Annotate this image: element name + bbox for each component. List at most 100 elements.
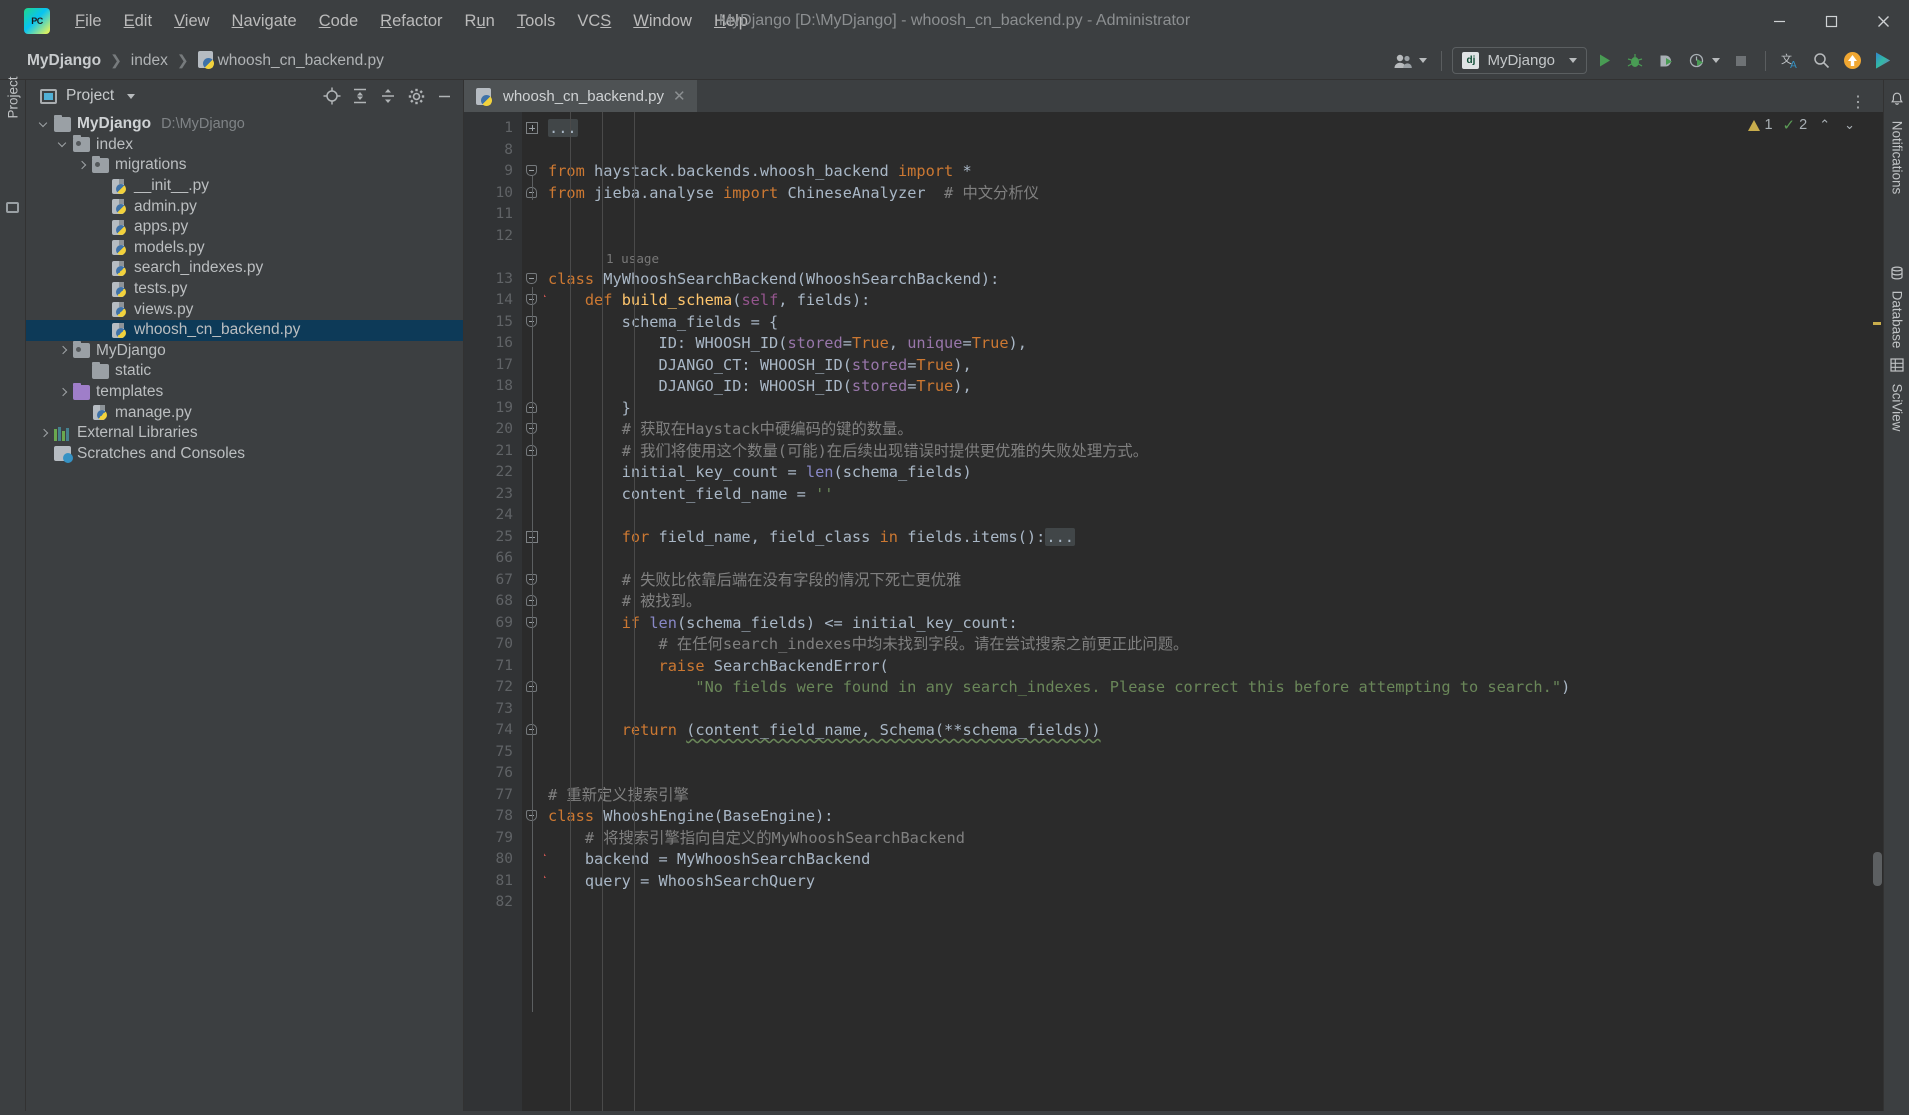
window-controls[interactable] bbox=[1753, 0, 1909, 42]
code-line[interactable]: class MyWhooshSearchBackend(WhooshSearch… bbox=[544, 269, 1869, 291]
line-number[interactable]: 22 bbox=[464, 462, 522, 484]
line-number[interactable]: 70 bbox=[464, 634, 522, 656]
code-line[interactable]: backend = MyWhooshSearchBackend bbox=[544, 849, 1869, 871]
tool-window-button-sciview[interactable]: SciView bbox=[1890, 369, 1905, 447]
line-number[interactable]: 72 bbox=[464, 677, 522, 699]
line-number[interactable]: 23 bbox=[464, 484, 522, 506]
code-line[interactable]: content_field_name = '' bbox=[544, 484, 1869, 506]
menu-tools[interactable]: Tools bbox=[506, 8, 567, 35]
code-line[interactable]: # 被找到。 bbox=[544, 591, 1869, 613]
database-icon[interactable] bbox=[1890, 266, 1904, 280]
code-line[interactable]: # 将搜索引擎指向自定义的MyWhooshSearchBackend bbox=[544, 828, 1869, 850]
tree-item-models-py[interactable]: models.py bbox=[26, 238, 463, 259]
code-line[interactable]: return (content_field_name, Schema(**sch… bbox=[544, 720, 1869, 742]
fold-cell[interactable] bbox=[522, 527, 544, 549]
project-panel-toolbar[interactable] bbox=[319, 83, 457, 109]
code-line[interactable]: # 失败比依靠后端在没有字段的情况下死亡更优雅 bbox=[544, 570, 1869, 592]
fold-cell[interactable] bbox=[522, 441, 544, 463]
fold-cell[interactable] bbox=[522, 183, 544, 205]
line-number[interactable]: 75 bbox=[464, 742, 522, 764]
project-tree[interactable]: MyDjango D:\MyDjango index migrations __init… bbox=[26, 112, 463, 1111]
code-folding-gutter[interactable] bbox=[522, 112, 544, 1111]
menu-window[interactable]: Window bbox=[622, 8, 703, 35]
line-number[interactable]: 13 bbox=[464, 269, 522, 291]
profile-run-button[interactable] bbox=[1683, 47, 1711, 75]
warning-count[interactable]: 1 bbox=[1748, 117, 1773, 133]
collapse-fold-icon[interactable] bbox=[526, 272, 537, 284]
line-number[interactable]: 67 bbox=[464, 570, 522, 592]
code-line[interactable]: raise SearchBackendError( bbox=[544, 656, 1869, 678]
line-number[interactable]: 12 bbox=[464, 226, 522, 248]
usage-hint[interactable]: 1 usage bbox=[544, 247, 1869, 269]
code-line[interactable]: query = WhooshSearchQuery bbox=[544, 871, 1869, 893]
menu-navigate[interactable]: Navigate bbox=[221, 8, 308, 35]
menu-help[interactable]: Help bbox=[703, 8, 759, 35]
line-number[interactable]: 74 bbox=[464, 720, 522, 742]
fold-cell[interactable] bbox=[522, 613, 544, 635]
fold-cell[interactable] bbox=[522, 419, 544, 441]
breadcrumb-item-index[interactable]: index bbox=[128, 51, 171, 71]
code-line[interactable]: "No fields were found in any search_inde… bbox=[544, 677, 1869, 699]
breadcrumb-item-file[interactable]: whoosh_cn_backend.py bbox=[195, 50, 387, 71]
inspection-widget[interactable]: 1 ✓ 2 ⌃ ⌄ bbox=[1748, 116, 1857, 134]
tree-item-whoosh-cn-backend-py[interactable]: whoosh_cn_backend.py bbox=[26, 319, 463, 341]
menu-refactor[interactable]: Refactor bbox=[369, 8, 453, 35]
chevron-right-icon[interactable] bbox=[38, 427, 51, 440]
breadcrumb-item-project[interactable]: MyDjango bbox=[24, 51, 104, 71]
fold-cell[interactable] bbox=[522, 398, 544, 420]
line-number[interactable]: 82 bbox=[464, 892, 522, 914]
tool-window-button-project[interactable]: Project bbox=[6, 66, 21, 130]
ide-feature-trainer-button[interactable] bbox=[1869, 47, 1897, 75]
run-configuration-selector[interactable]: dj MyDjango bbox=[1452, 47, 1587, 74]
code-line[interactable] bbox=[544, 140, 1869, 162]
line-number[interactable]: 17 bbox=[464, 355, 522, 377]
editor-tab-actions[interactable]: ⋮ bbox=[1842, 92, 1883, 112]
line-number[interactable]: 71 bbox=[464, 656, 522, 678]
code-line[interactable]: for field_name, field_class in fields.it… bbox=[544, 527, 1869, 549]
line-number[interactable]: 21 bbox=[464, 441, 522, 463]
chevron-down-icon[interactable] bbox=[57, 138, 70, 151]
profile-run-chevron-down-icon[interactable] bbox=[1712, 58, 1720, 63]
code-line[interactable]: # 在任何search_indexes中均未找到字段。请在尝试搜索之前更正此问题… bbox=[544, 634, 1869, 656]
tree-item-mydjango[interactable]: MyDjango bbox=[26, 341, 463, 362]
code-line[interactable]: # 获取在Haystack中硬编码的键的数量。 bbox=[544, 419, 1869, 441]
line-number[interactable]: 10 bbox=[464, 183, 522, 205]
code-line[interactable] bbox=[544, 742, 1869, 764]
menu-code[interactable]: Code bbox=[308, 8, 369, 35]
tree-item-views-py[interactable]: views.py bbox=[26, 299, 463, 320]
line-number[interactable]: 16 bbox=[464, 333, 522, 355]
editor-marker-strip[interactable] bbox=[1869, 112, 1883, 1111]
tree-item-static[interactable]: static bbox=[26, 361, 463, 382]
code-line[interactable] bbox=[544, 892, 1869, 914]
minimize-button[interactable] bbox=[1753, 0, 1805, 42]
code-line[interactable]: # 重新定义搜索引擎 bbox=[544, 785, 1869, 807]
fold-cell[interactable] bbox=[522, 269, 544, 291]
close-button[interactable] bbox=[1857, 0, 1909, 42]
menu-file[interactable]: File bbox=[64, 8, 113, 35]
line-number[interactable]: 14 bbox=[464, 290, 546, 312]
run-with-coverage-button[interactable] bbox=[1652, 47, 1680, 75]
tree-item-migrations[interactable]: migrations bbox=[26, 155, 463, 176]
code-line[interactable] bbox=[544, 699, 1869, 721]
fold-cell[interactable] bbox=[522, 570, 544, 592]
ok-count[interactable]: ✓ 2 bbox=[1783, 116, 1808, 134]
line-number[interactable]: 11 bbox=[464, 204, 522, 226]
code-line[interactable]: initial_key_count = len(schema_fields) bbox=[544, 462, 1869, 484]
tree-item-admin-py[interactable]: admin.py bbox=[26, 196, 463, 217]
fold-cell[interactable] bbox=[522, 290, 544, 312]
code-line[interactable]: } bbox=[544, 398, 1869, 420]
code-line[interactable]: from haystack.backends.whoosh_backend im… bbox=[544, 161, 1869, 183]
tree-item-tests-py[interactable]: tests.py bbox=[26, 279, 463, 300]
line-number[interactable]: 9 bbox=[464, 161, 522, 183]
fold-cell[interactable] bbox=[522, 806, 544, 828]
line-number[interactable]: 76 bbox=[464, 763, 522, 785]
tool-window-button-notifications[interactable]: Notifications bbox=[1890, 119, 1905, 197]
line-number-gutter[interactable]: 189101112.131415161718192021222324256667… bbox=[464, 112, 546, 1111]
line-number[interactable]: 78 bbox=[464, 806, 522, 828]
chevron-down-icon[interactable] bbox=[127, 93, 136, 99]
select-opened-file-button[interactable] bbox=[319, 83, 345, 109]
code-line[interactable]: if len(schema_fields) <= initial_key_cou… bbox=[544, 613, 1869, 635]
line-number[interactable]: 81 bbox=[464, 871, 546, 893]
code-line[interactable]: def build_schema(self, fields): bbox=[544, 290, 1869, 312]
breadcrumb[interactable]: MyDjango ❯ index ❯ whoosh_cn_backend.py bbox=[24, 50, 387, 71]
